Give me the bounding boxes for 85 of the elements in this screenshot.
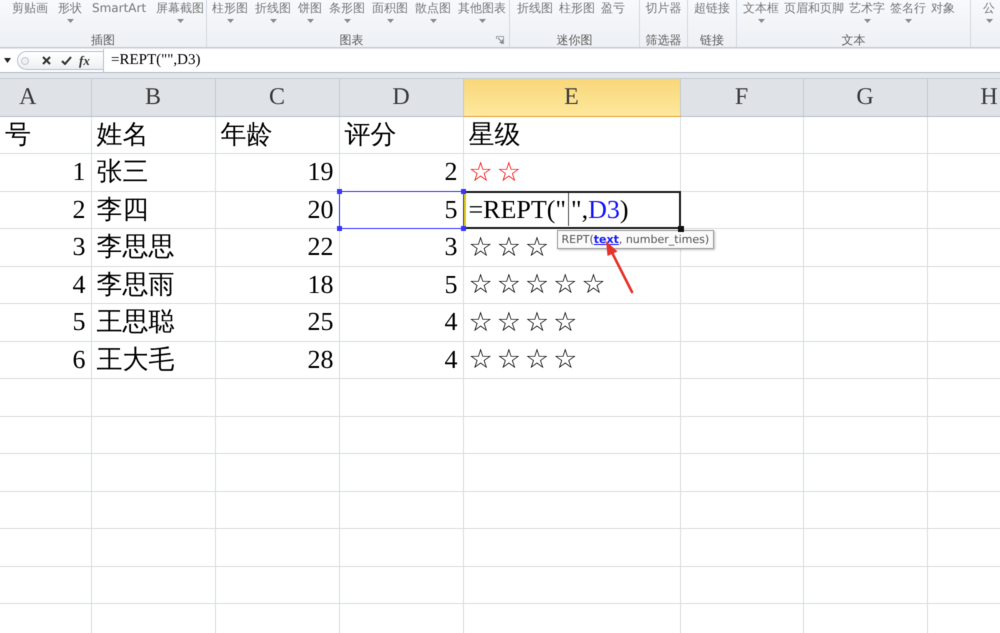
column-header[interactable]: B [91,79,215,116]
group-label: 迷你图 [556,32,594,46]
group-label: 筛选器 [644,32,682,46]
formula-input-field[interactable]: =REPT("",D3) [103,49,1000,72]
column-header[interactable]: H [927,79,1000,116]
column-header[interactable]: G [803,79,927,116]
stars-text: ☆☆ [468,156,525,188]
ribbon-button[interactable]: 页眉和页脚 [784,0,844,15]
text-cursor-icon [568,192,569,226]
corner-handle-icon[interactable] [336,188,342,194]
ribbon-button[interactable]: 屏幕截图 [156,0,204,23]
group-label: 图表 [338,32,364,46]
ribbon-button[interactable]: 超链接 [694,0,730,15]
corner-handle-icon[interactable] [460,226,466,231]
cell-text: 18 [308,270,334,299]
close-icon[interactable] [42,56,51,65]
cell-text: 25 [308,307,334,336]
cell-text: 19 [308,157,334,186]
cell-text: 王思聪 [96,307,174,336]
ribbon-button[interactable]: 公 [983,0,995,23]
cell-text: 4 [444,344,458,374]
cell-text: 28 [308,344,334,374]
stars-text: ☆☆☆☆☆ [468,269,610,300]
ribbon-button[interactable]: 剪贴画 [12,0,48,15]
cell-text: 2 [444,157,458,186]
splitter-handle-icon[interactable] [21,56,29,64]
corner-handle-icon[interactable] [336,226,342,231]
cell-text: 5 [444,270,458,299]
column-header[interactable]: A [0,79,91,116]
function-tooltip: REPT(text, number_times) [556,230,714,249]
group-label: 插图 [90,32,116,46]
ribbon-button[interactable]: 其他图表 [458,0,506,23]
check-icon[interactable] [61,56,72,65]
cell-text: 5 [444,194,458,224]
cell-text: 年龄 [220,120,272,149]
column-header[interactable]: D [339,79,463,116]
ribbon-button[interactable]: 面积图 [372,0,408,23]
ribbon-button[interactable]: 饼图 [298,0,322,23]
stars-text: ☆☆☆☆ [468,306,582,338]
column-header[interactable]: E [463,79,680,116]
ribbon-button[interactable]: 柱形图 [559,0,595,15]
group-label: 链接 [699,32,725,46]
cell-text: 2 [72,194,86,224]
ribbon-button[interactable]: 折线图 [517,0,553,15]
stars-text: ☆☆☆ [468,232,554,263]
cell-text: 4 [72,270,86,299]
ribbon-button[interactable]: 切片器 [646,0,682,15]
cell-text: 6 [72,344,86,374]
cell-text: 李思雨 [96,270,174,299]
cell-text: 李四 [96,194,148,224]
column-header[interactable]: C [215,79,339,116]
argument-link[interactable]: text [594,233,619,246]
cell-text: 3 [72,232,86,262]
column-header[interactable]: F [680,79,803,116]
ribbon-button[interactable]: SmartArt [92,0,146,15]
insert-function-button[interactable]: fx [79,54,90,67]
cell-text: 姓名 [96,120,148,149]
ribbon-button[interactable]: 散点图 [415,0,451,23]
cell-text: 张三 [96,157,148,186]
cell-text: 4 [444,307,458,336]
cell-text: 22 [308,232,334,262]
cell-text: 20 [308,194,334,224]
cell-text: 王大毛 [96,344,174,374]
ribbon-button[interactable]: 柱形图 [212,0,248,23]
stars-text: ☆☆☆☆ [468,344,582,376]
ribbon-button[interactable]: 盈亏 [601,0,625,15]
dropdown-caret-icon[interactable] [4,58,11,63]
ribbon-button[interactable]: 条形图 [329,0,365,23]
ribbon-button[interactable]: 文本框 [743,0,779,23]
ribbon-button[interactable]: 折线图 [255,0,291,23]
ribbon-button[interactable]: 艺术字 [849,0,885,23]
ribbon-button[interactable]: 形状 [58,0,82,23]
cell-text: 李思思 [96,232,174,262]
corner-handle-icon[interactable] [460,188,466,194]
cell-text: 评分 [344,120,396,149]
cell-text: 星级 [468,120,520,149]
cell-edit-field[interactable]: =REPT(" ",D3) [464,190,680,229]
dialog-launcher-icon[interactable] [496,36,504,44]
cell-text: 3 [444,232,458,262]
cell-text: 1 [72,157,86,186]
ribbon-button[interactable]: 签名行 [890,0,926,23]
cell-text: 号 [5,120,31,149]
group-label: 文本 [840,32,866,46]
cell-text: 5 [72,307,86,336]
ribbon-button[interactable]: 对象 [931,0,955,15]
